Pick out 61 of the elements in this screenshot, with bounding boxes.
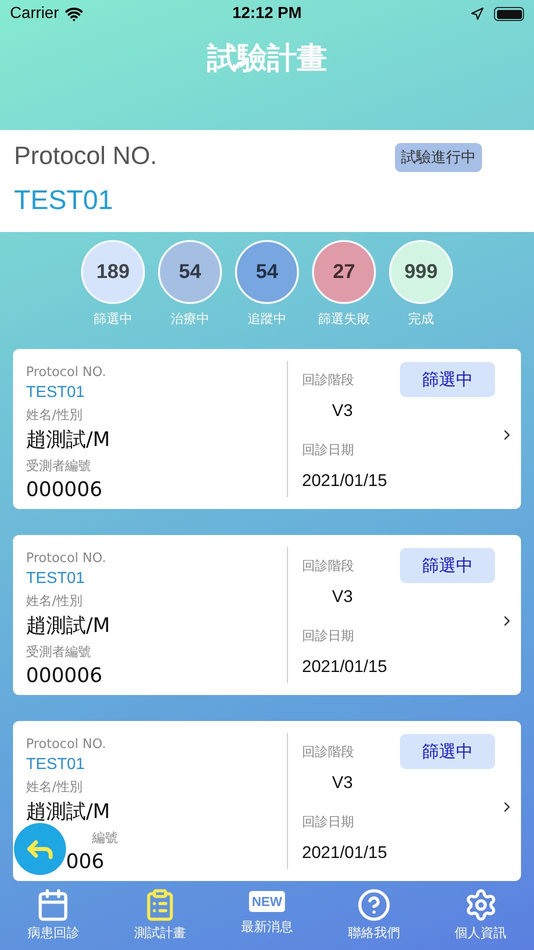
patient-name: 趙測試/M xyxy=(26,612,110,639)
wifi-icon xyxy=(64,5,83,23)
count-circle[interactable]: 189 xyxy=(81,240,145,304)
visit-stage: V3 xyxy=(332,401,353,421)
visit-card[interactable]: Protocol NO. TEST01 姓名/性別 趙測試/M 編號 006 回診階段 V3 回診日期 2021/01/15 篩選中 xyxy=(13,721,521,881)
status-tag: 篩選中 xyxy=(400,734,495,769)
field-label: Protocol NO. xyxy=(26,737,106,752)
visit-date: 2021/01/15 xyxy=(302,843,388,863)
patient-name: 趙測試/M xyxy=(26,426,110,453)
tab-item[interactable]: 個人資訊 xyxy=(440,888,521,948)
carrier-label: Carrier xyxy=(10,5,59,23)
protocol-number: TEST01 xyxy=(26,384,85,402)
count-label: 篩選失敗 xyxy=(318,311,370,328)
tab-item[interactable]: NEW 最新消息 xyxy=(226,888,307,948)
count-label: 篩選中 xyxy=(94,311,132,328)
count-circle[interactable]: 54 xyxy=(158,240,222,304)
new-icon: NEW xyxy=(248,891,286,912)
field-label: 回診階段 xyxy=(302,558,354,575)
protocol-number: TEST01 xyxy=(26,570,85,588)
subject-number: 006 xyxy=(66,849,104,873)
field-label: 受測者編號 xyxy=(26,458,91,475)
field-label: 受測者編號 xyxy=(26,644,91,661)
count-label: 追蹤中 xyxy=(248,311,286,328)
page-title: 試驗計畫 xyxy=(207,40,327,78)
field-label: 姓名/性別 xyxy=(26,779,82,796)
field-label: 回診日期 xyxy=(302,442,354,459)
location-icon xyxy=(470,7,484,21)
status-tag: 試驗進行中 xyxy=(395,143,482,172)
tab-item[interactable]: 病患回診 xyxy=(13,888,94,948)
visit-date: 2021/01/15 xyxy=(302,471,388,491)
subject-number: 000006 xyxy=(26,477,102,501)
count-label: 完成 xyxy=(408,311,434,328)
status-tag: 篩選中 xyxy=(400,548,495,583)
field-label: Protocol NO. xyxy=(26,365,106,380)
count-label: 治療中 xyxy=(170,311,210,328)
clock-time: 12:12 PM xyxy=(231,5,303,23)
visit-date: 2021/01/15 xyxy=(302,657,388,677)
protocol-label: Protocol NO. xyxy=(14,142,158,171)
field-label: 編號 xyxy=(92,830,118,847)
field-label: 回診日期 xyxy=(302,814,354,831)
field-label: 回診階段 xyxy=(302,744,354,761)
tab-item[interactable]: 聯絡我們 xyxy=(334,888,414,948)
visit-card[interactable]: Protocol NO. TEST01 姓名/性別 趙測試/M 受測者編號 000006 回診階段 V3 回診日期 2021/01/15 篩選中 xyxy=(13,349,521,509)
count-circle[interactable]: 54 xyxy=(235,240,299,304)
count-circle[interactable]: 27 xyxy=(312,240,376,304)
visit-card[interactable]: Protocol NO. TEST01 姓名/性別 趙測試/M 受測者編號 000006 回診階段 V3 回診日期 2021/01/15 篩選中 xyxy=(13,535,521,695)
tab-item[interactable]: 測試計畫 xyxy=(120,888,200,948)
field-label: Protocol NO. xyxy=(26,551,106,566)
protocol-number: TEST01 xyxy=(14,185,114,216)
field-label: 回診階段 xyxy=(302,372,354,389)
status-tag: 篩選中 xyxy=(400,362,495,397)
subject-number: 000006 xyxy=(26,663,102,687)
field-label: 回診日期 xyxy=(302,628,354,645)
field-label: 姓名/性別 xyxy=(26,407,82,424)
visit-stage: V3 xyxy=(332,587,353,607)
count-circle[interactable]: 999 xyxy=(389,240,453,304)
protocol-number: TEST01 xyxy=(26,756,85,774)
visit-stage: V3 xyxy=(332,773,353,793)
patient-name: 趙測試/M xyxy=(26,798,110,825)
field-label: 姓名/性別 xyxy=(26,593,82,610)
battery-icon xyxy=(494,7,524,21)
